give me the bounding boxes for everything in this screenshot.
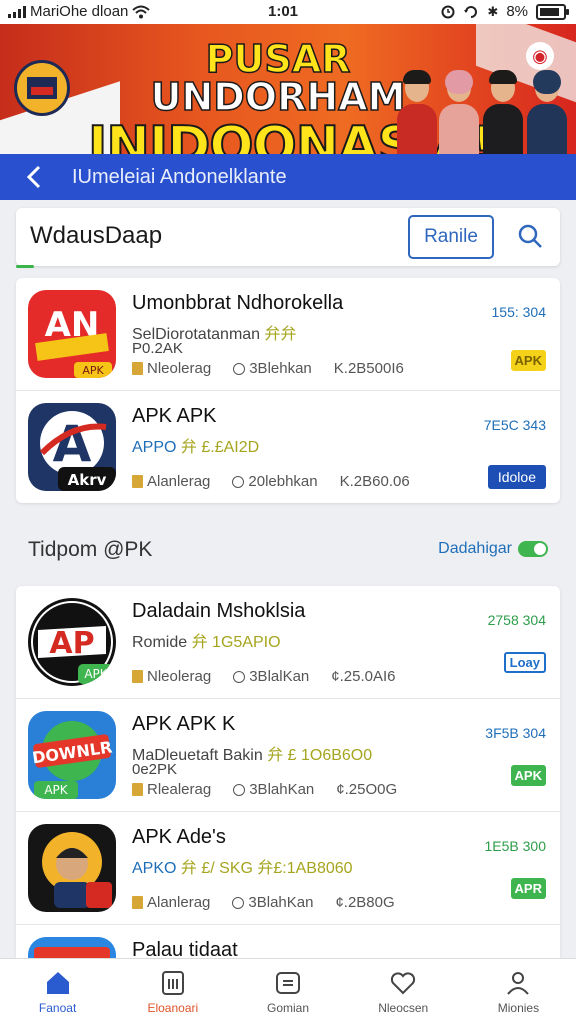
clock-icon: [233, 783, 246, 796]
app-version: 0e2PK: [132, 761, 178, 778]
app-size: 7E5C 343: [483, 417, 546, 433]
svg-text:Akrv: Akrv: [68, 471, 107, 489]
app-size: 3F5B 304: [485, 725, 546, 741]
app-meta: Nleolerag 3Blehkan K.2B500I6: [132, 360, 404, 377]
app-subtitle: Romide 弁 1G5APIO: [132, 634, 281, 651]
tag-icon: [132, 783, 143, 796]
signal-icon: [8, 5, 26, 18]
clock-icon: [233, 362, 246, 375]
app-title: APK APK: [132, 405, 217, 427]
search-bar: WdausDaap Ranile: [16, 208, 560, 268]
app-subtitle: APPO 弁 £.£AI2D: [132, 439, 260, 456]
app-subtitle: APKO 弁 £/ SKG 弁£:1AB8060: [132, 860, 353, 877]
filter-button[interactable]: Ranile: [408, 215, 494, 259]
nav-games[interactable]: Gomian: [230, 959, 345, 1025]
search-icon[interactable]: [516, 222, 544, 250]
alarm-icon: [441, 5, 455, 18]
apk-badge[interactable]: APK: [510, 350, 546, 371]
apk-badge[interactable]: APK: [510, 765, 546, 786]
search-input[interactable]: WdausDaap: [30, 222, 162, 250]
app-meta: Alanlerag 3BlahKan ¢.2B80G: [132, 894, 395, 911]
app-bar: IUmeleiai Andonelklante: [0, 154, 576, 200]
back-icon[interactable]: [14, 154, 54, 200]
tag-icon: [132, 896, 143, 909]
section-see-all-link[interactable]: Dadahigar: [438, 540, 548, 558]
app-title: Umonbbrat Ndhorokella: [132, 292, 344, 314]
app-icon-a-arrow: A Akrv: [28, 403, 116, 491]
svg-text:APK: APK: [84, 667, 108, 681]
nav-favorites[interactable]: Nleocsen: [346, 959, 461, 1025]
section-title: Tidpom @PK: [28, 538, 153, 561]
install-button[interactable]: Idoloe: [487, 465, 546, 489]
list-item[interactable]: DOWNLR APK APK APK K MaDleuetaft Bakin 弁…: [16, 699, 560, 812]
search-accent-line: [16, 265, 34, 268]
battery-percent: 8%: [506, 3, 528, 20]
promo-banner[interactable]: PUSAR UNDORHAM INIDOONASIA! ◉: [0, 24, 576, 154]
tag-icon: [132, 670, 143, 683]
apk-badge[interactable]: APR: [510, 878, 546, 899]
nav-profile[interactable]: Mionies: [461, 959, 576, 1025]
toggle-icon[interactable]: [518, 541, 548, 557]
app-list-bottom: AP APK Daladain Mshoklsia Romide 弁 1G5AP…: [16, 586, 560, 958]
status-bar: MariOhe dloan 1:01 ✱ 8%: [0, 0, 576, 24]
list-item[interactable]: AP APK Daladain Mshoklsia Romide 弁 1G5AP…: [16, 586, 560, 699]
carrier-name: MariOhe dloan: [30, 3, 129, 20]
app-meta: Rlealerag 3BlahKan ¢.25O0G: [132, 781, 397, 798]
nav-home[interactable]: Fanoat: [0, 959, 115, 1025]
list-item[interactable]: APK Ade's APKO 弁 £/ SKG 弁£:1AB8060 Alanl…: [16, 812, 560, 925]
list-item[interactable]: AN APK Umonbbrat Ndhorokella SelDiorotat…: [16, 278, 560, 391]
app-meta: Nleolerag 3BlalKan ¢.25.0AI6: [132, 668, 395, 685]
tag-icon: [132, 362, 143, 375]
list-item[interactable]: A Akrv APK APK APPO 弁 £.£AI2D Alanlerag …: [16, 391, 560, 503]
games-icon: [276, 972, 300, 994]
clock-icon: [232, 896, 245, 909]
location-pin-icon: ◉: [526, 42, 554, 70]
emblem-logo: [14, 60, 70, 116]
battery-icon: [536, 3, 569, 20]
tag-icon: [132, 475, 143, 488]
clock: 1:01: [268, 3, 299, 20]
app-size: 2758 304: [487, 612, 546, 628]
svg-text:APK: APK: [82, 364, 104, 377]
section-header: Tidpom @PK Dadahigar: [28, 536, 548, 566]
svg-text:APK: APK: [44, 783, 68, 797]
wifi-icon: [132, 5, 151, 18]
app-icon-avatar: [28, 824, 116, 912]
svg-text:A: A: [53, 415, 92, 473]
nav-apps[interactable]: Eloanoari: [115, 959, 230, 1025]
heart-icon: [391, 972, 416, 995]
app-meta: Alanlerag 20lebhkan K.2B60.06: [132, 473, 410, 490]
app-title: Daladain Mshoklsia: [132, 600, 306, 622]
app-title: APK APK K: [132, 713, 236, 735]
apps-icon: [161, 971, 184, 995]
list-item[interactable]: Palau tidaat: [16, 925, 560, 958]
app-size: 155: 304: [491, 304, 547, 320]
app-version: P0.2AK: [132, 340, 183, 357]
clock-icon: [233, 670, 246, 683]
profile-icon: [507, 972, 530, 995]
bottom-nav: Fanoat Eloanoari Gomian Nleocsen Mionies: [0, 958, 576, 1025]
app-icon-partial: [28, 937, 116, 958]
rotation-lock-icon: [464, 5, 478, 18]
app-list-top: AN APK Umonbbrat Ndhorokella SelDiorotat…: [16, 278, 560, 503]
app-icon-ap: AP APK: [28, 598, 116, 686]
svg-text:AP: AP: [49, 626, 94, 661]
home-icon: [46, 972, 69, 994]
bluetooth-icon: ✱: [487, 3, 499, 19]
app-icon-an: AN APK: [28, 290, 116, 378]
app-icon-globe: DOWNLR APK: [28, 711, 116, 799]
page-title: IUmeleiai Andonelklante: [72, 165, 287, 188]
app-size: 1E5B 300: [484, 838, 547, 854]
open-button[interactable]: Loay: [503, 652, 546, 673]
app-title: APK Ade's: [132, 826, 226, 848]
banner-people-illustration: [395, 64, 575, 154]
app-title: Palau tidaat: [132, 939, 238, 958]
clock-icon: [232, 475, 245, 488]
